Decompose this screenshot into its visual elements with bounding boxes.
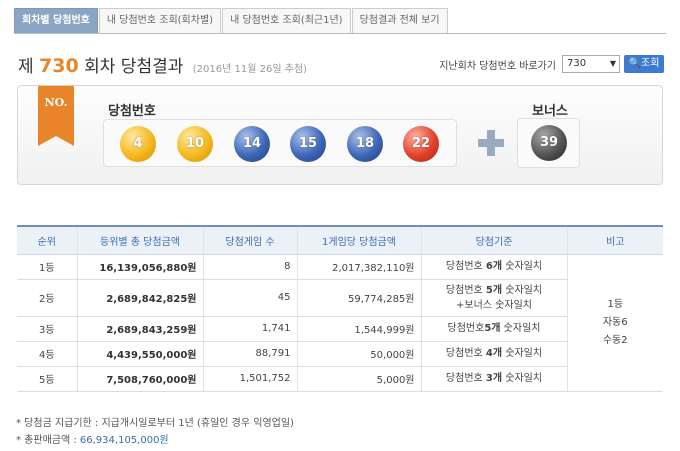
criteria-text: 당첨번호 — [445, 373, 486, 384]
ball: 22 — [403, 126, 439, 162]
ball: 10 — [177, 126, 213, 162]
criteria-cell: 당첨번호5개 숫자일치 — [420, 316, 567, 342]
rank-cell: 3등 — [17, 316, 77, 342]
criteria-count: 5개 — [484, 323, 501, 334]
col-rank: 순위 — [17, 226, 77, 255]
round-select[interactable]: 730 ▼ — [562, 55, 620, 73]
criteria-cell: 당첨번호 6개 숫자일치 — [420, 254, 567, 280]
criteria-text: 당첨번호 — [445, 261, 486, 272]
criteria-count: 6개 — [485, 261, 503, 272]
criteria-text: 당첨번호 — [445, 284, 486, 296]
col-criteria: 당첨기준 — [420, 226, 567, 255]
criteria-text: 숫자일치 — [502, 373, 543, 384]
winner-count-cell: 1,741 — [202, 316, 297, 342]
note-cell: 1등 자동6 수동2 — [566, 254, 663, 392]
round-jump-label: 지난회차 당첨번호 바로가기 — [439, 60, 556, 72]
rank-cell: 4등 — [17, 341, 77, 367]
total-sales-label: * 총판매금액 : — [16, 435, 80, 446]
note-line: 수동2 — [602, 334, 628, 346]
tab-my-numbers-by-round[interactable]: 내 당첨번호 조회(회차별) — [98, 8, 222, 34]
criteria-text: 숫자일치 — [502, 261, 543, 272]
bonus-ball-box: 39 — [517, 118, 580, 168]
table-row: 1등 16,139,056,880원 8 2,017,382,110원 당첨번호… — [17, 254, 663, 392]
tab-divider — [14, 33, 666, 34]
col-prize-per-game: 1게임당 당첨금액 — [296, 226, 421, 255]
table-row: 2등 2,689,842,825원 45 59,774,285원 당첨번호 5개… — [17, 279, 663, 317]
search-button-label: 조회 — [641, 58, 660, 69]
draw-date: (2016년 11월 26일 추첨) — [192, 64, 308, 75]
ribbon-badge: NO. — [38, 86, 74, 146]
total-prize-cell: 2,689,842,825원 — [76, 279, 203, 317]
tab-my-numbers-recent-year[interactable]: 내 당첨번호 조회(최근1년) — [222, 8, 351, 34]
col-note: 비고 — [566, 226, 663, 255]
criteria-text: 숫자일치 — [502, 348, 543, 359]
criteria-count: 3개 — [485, 373, 503, 384]
winner-count-cell: 1,501,752 — [202, 366, 297, 392]
table-row: 5등 7,508,760,000원 1,501,752 5,000원 당첨번호 … — [17, 366, 663, 392]
rank-cell: 5등 — [17, 366, 77, 392]
ribbon-text: NO. — [44, 96, 68, 109]
table-row: 4등 4,439,550,000원 88,791 50,000원 당첨번호 4개… — [17, 341, 663, 367]
criteria-cell: 당첨번호 5개 숫자일치 +보너스 숫자일치 — [420, 279, 567, 317]
prize-per-game-cell: 50,000원 — [296, 341, 421, 367]
round-select-value: 730 — [567, 58, 587, 69]
prize-table: 순위 등위별 총 당첨금액 당첨게임 수 1게임당 당첨금액 당첨기준 비고 1… — [17, 225, 663, 392]
search-icon: 🔍 — [628, 58, 642, 69]
prize-per-game-cell: 1,544,999원 — [296, 316, 421, 342]
tab-round-numbers[interactable]: 회차별 당첨번호 — [14, 8, 98, 34]
table-header: 순위 등위별 총 당첨금액 당첨게임 수 1게임당 당첨금액 당첨기준 비고 — [17, 226, 663, 255]
total-prize-cell: 7,508,760,000원 — [76, 366, 203, 392]
ball: 4 — [120, 126, 156, 162]
payment-deadline-note: * 당첨금 지급기한 : 지급개시일로부터 1년 (휴일인 경우 익영업일) — [16, 418, 294, 429]
criteria-text: 숫자일치 — [500, 323, 541, 334]
tab-all-results[interactable]: 당첨결과 전체 보기 — [351, 8, 448, 34]
total-prize-cell: 4,439,550,000원 — [76, 341, 203, 367]
winner-count-cell: 8 — [202, 254, 297, 280]
prize-per-game-cell: 2,017,382,110원 — [296, 254, 421, 280]
winner-count-cell: 88,791 — [202, 341, 297, 367]
criteria-text: 숫자일치 — [502, 284, 543, 296]
chevron-down-icon: ▼ — [609, 59, 616, 68]
round-jump: 지난회차 당첨번호 바로가기 730 ▼ 🔍조회 — [439, 55, 664, 73]
prize-per-game-cell: 5,000원 — [296, 366, 421, 392]
criteria-count: 5개 — [485, 284, 503, 296]
col-winner-count: 당첨게임 수 — [202, 226, 297, 255]
criteria-text: 당첨번호 — [445, 348, 486, 359]
col-total-prize: 등위별 총 당첨금액 — [76, 226, 203, 255]
prize-per-game-cell: 59,774,285원 — [296, 279, 421, 317]
note-line: 1등 — [607, 298, 624, 310]
criteria-count: 4개 — [485, 348, 503, 359]
total-prize-cell: 2,689,843,259원 — [76, 316, 203, 342]
tab-bar: 회차별 당첨번호 내 당첨번호 조회(회차별) 내 당첨번호 조회(최근1년) … — [14, 8, 449, 34]
rank-cell: 1등 — [17, 254, 77, 280]
total-sales-amount: 66,934,105,000원 — [79, 435, 169, 446]
criteria-cell: 당첨번호 4개 숫자일치 — [420, 341, 567, 367]
title-prefix: 제 — [18, 57, 34, 77]
winner-count-cell: 45 — [202, 279, 297, 317]
plus-icon — [478, 130, 504, 156]
ball: 18 — [347, 126, 383, 162]
winning-numbers-label: 당첨번호 — [108, 104, 156, 119]
page-title: 제 730 회차 당첨결과 (2016년 11월 26일 추첨) — [18, 52, 307, 77]
criteria-bonus-text: +보너스 숫자일치 — [456, 299, 532, 311]
round-number: 730 — [39, 55, 79, 77]
criteria-text: 당첨번호 — [447, 323, 485, 334]
rank-cell: 2등 — [17, 279, 77, 317]
bonus-ball: 39 — [531, 125, 567, 161]
table-row: 3등 2,689,843,259원 1,741 1,544,999원 당첨번호5… — [17, 316, 663, 342]
search-button[interactable]: 🔍조회 — [624, 55, 664, 73]
title-suffix: 회차 당첨결과 — [84, 57, 184, 77]
bonus-label: 보너스 — [532, 104, 568, 119]
total-sales-note: * 총판매금액 : 66,934,105,000원 — [16, 431, 169, 446]
ball: 14 — [234, 126, 270, 162]
note-line: 자동6 — [602, 316, 628, 328]
winning-balls: 4 10 14 15 18 22 — [103, 119, 457, 167]
total-prize-cell: 16,139,056,880원 — [76, 254, 203, 280]
ball: 15 — [290, 126, 326, 162]
criteria-cell: 당첨번호 3개 숫자일치 — [420, 366, 567, 392]
